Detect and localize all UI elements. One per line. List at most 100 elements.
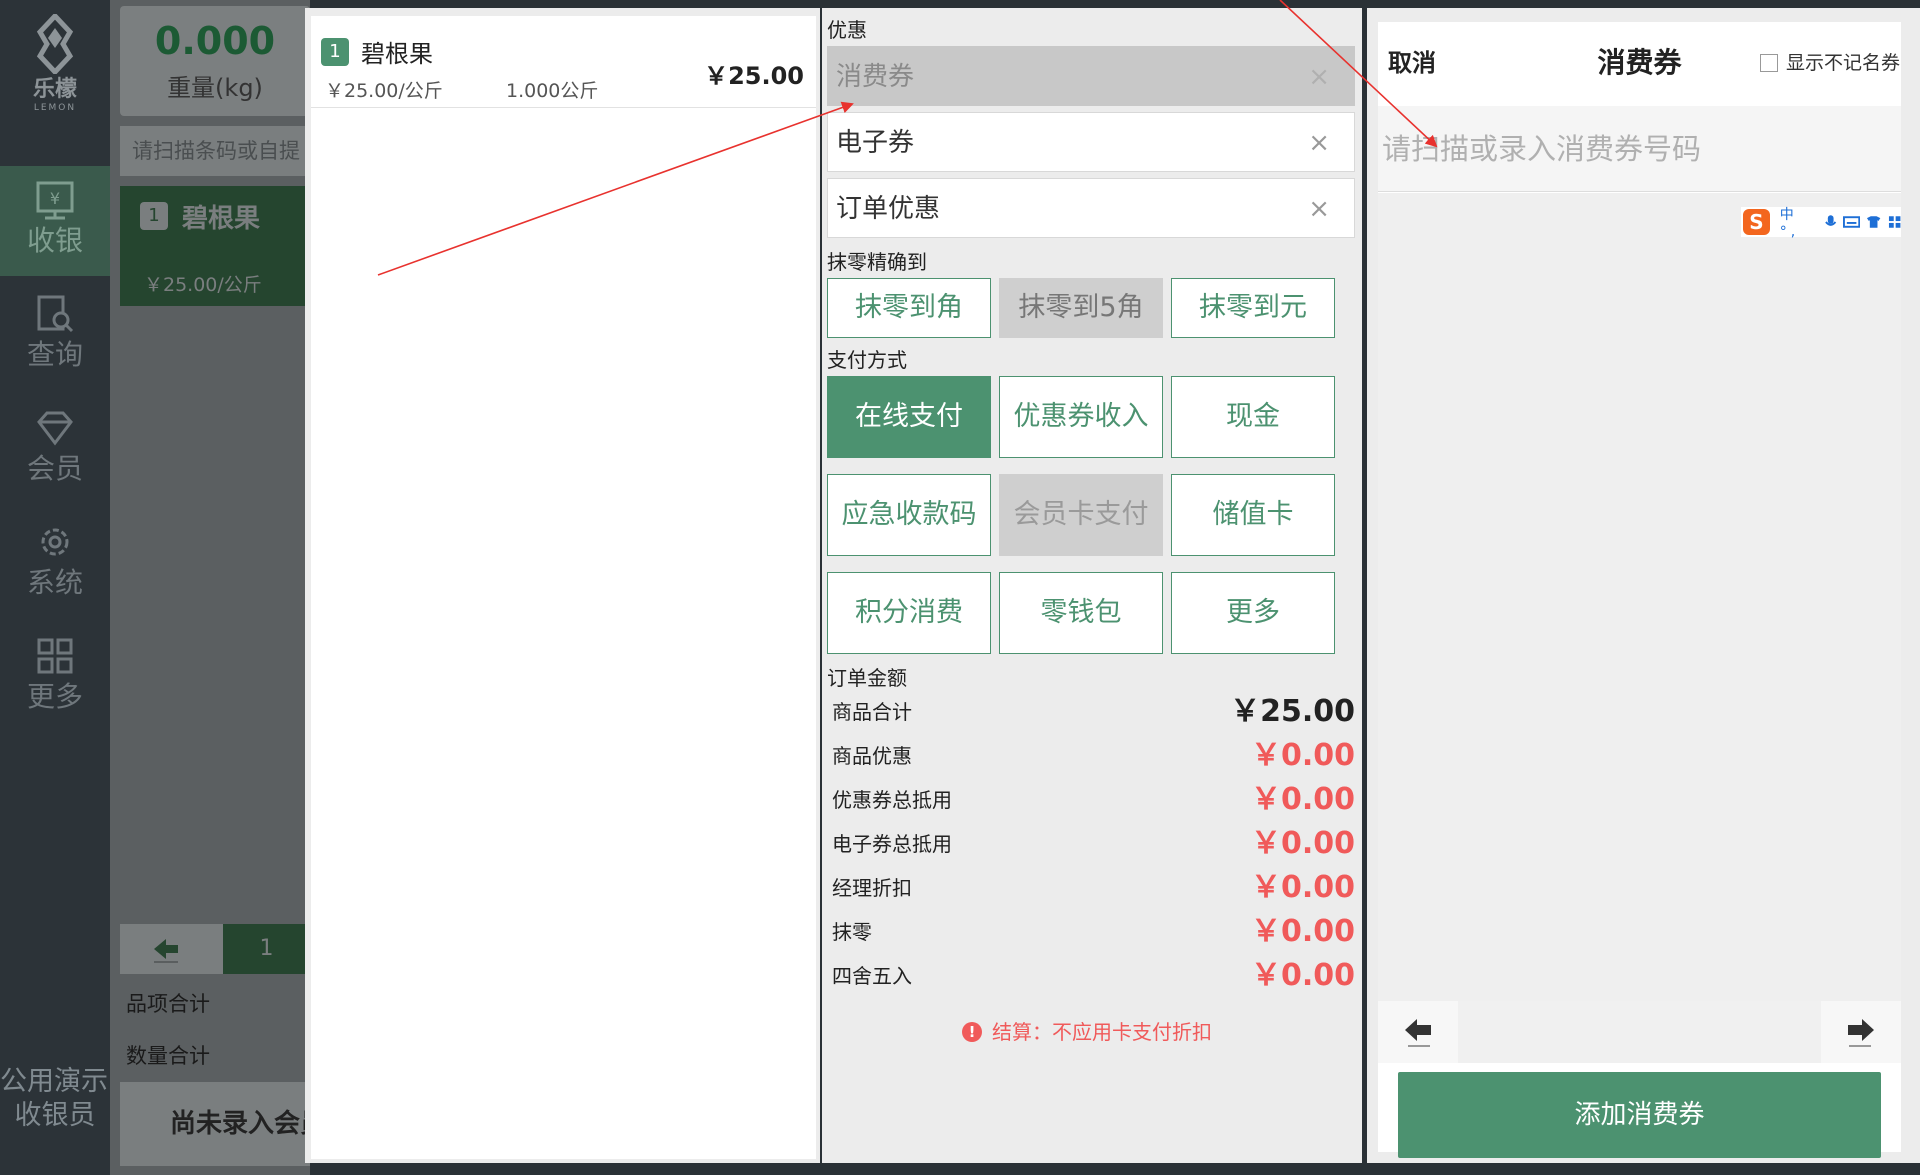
order-row-qty: 1.000公斤: [506, 80, 599, 102]
coupon-dialog-header: 取消 消费券 显示不记名券: [1378, 22, 1901, 104]
method-section-title: 支付方式: [827, 348, 907, 372]
summary-label: 电子券总抵用: [832, 832, 952, 856]
summary-row-rounding: 抹零 ￥0.00: [832, 910, 1355, 954]
pay-more-button[interactable]: 更多: [1171, 572, 1335, 654]
order-discount-field[interactable]: 订单优惠 ×: [827, 178, 1355, 238]
summary-label: 抹零: [832, 920, 872, 944]
ecoupon-clear-icon[interactable]: ×: [1308, 113, 1330, 173]
summary-row-ecoupon-total: 电子券总抵用 ￥0.00: [832, 822, 1355, 866]
gear-icon: [41, 528, 69, 556]
pay-coupon-income-button[interactable]: 优惠券收入: [999, 376, 1163, 458]
member-bar[interactable]: 尚未录入会员: [120, 1082, 310, 1166]
cart-item-name: 碧根果: [182, 204, 261, 234]
svg-text:¥: ¥: [50, 189, 60, 208]
pay-points-button[interactable]: 积分消费: [827, 572, 991, 654]
user-store: 公用演示2: [0, 1066, 110, 1097]
diamond-icon: [37, 411, 73, 446]
ime-toolbar[interactable]: S 中 °,: [1741, 207, 1901, 240]
coupon-list-area: S 中 °,: [1378, 193, 1901, 1001]
cart-prev-button[interactable]: [120, 924, 210, 974]
summary-row-goods-total: 商品合计 ￥25.00: [832, 690, 1355, 734]
summary-value: ￥0.00: [1250, 914, 1355, 949]
brand-name-en: LEMON: [33, 103, 77, 113]
nav-label-member: 会员: [26, 452, 83, 485]
skin-icon: [1867, 216, 1881, 228]
order-discount-label: 订单优惠: [836, 194, 941, 224]
cart-item-card[interactable]: 1 碧根果 ￥25.00/公斤: [120, 186, 310, 306]
nav-label-more: 更多: [26, 680, 83, 713]
coupon-field[interactable]: 消费券 ×: [827, 46, 1355, 106]
brand-logo: 乐檬 LEMON: [0, 14, 110, 114]
show-anonymous-label[interactable]: 显示不记名券: [1786, 22, 1900, 104]
weight-value: 0.000: [154, 19, 276, 63]
nav-label-system: 系统: [26, 566, 83, 599]
search-doc-icon: [37, 295, 74, 333]
warning-icon: !: [962, 1022, 982, 1042]
show-anonymous-checkbox[interactable]: [1760, 54, 1778, 72]
order-row-amount: ￥25.00: [704, 62, 804, 90]
toolbox-icon: [1888, 216, 1901, 228]
nav-item-cashier[interactable]: ¥ 收银: [0, 166, 110, 276]
nav-item-query[interactable]: 查询: [0, 280, 110, 390]
cart-pager: 1: [120, 924, 310, 974]
nav-item-member[interactable]: 会员: [0, 394, 110, 504]
settlement-notice: ! 结算：不应用卡支付折扣: [962, 1012, 1212, 1052]
summary-value: ￥0.00: [1250, 870, 1355, 905]
summary-value: ￥0.00: [1250, 782, 1355, 817]
coupon-list-pager: [1378, 1001, 1901, 1063]
cancel-button[interactable]: 取消: [1388, 22, 1436, 104]
ime-status-text: 中 °,: [1779, 207, 1800, 240]
round-jiao-button[interactable]: 抹零到角: [827, 278, 991, 338]
barcode-input[interactable]: 请扫描条码或自提: [120, 126, 310, 176]
cashier-icon: ¥: [36, 181, 74, 220]
items-total-label: 品项合计: [126, 992, 210, 1016]
coupon-clear-icon[interactable]: ×: [1308, 47, 1330, 107]
order-discount-clear-icon[interactable]: ×: [1308, 179, 1330, 239]
coupon-dialog-body: 取消 消费券 显示不记名券 请扫描或录入消费券号码 S 中 °, 添加消费券: [1378, 22, 1901, 1158]
pay-emergency-qr-button[interactable]: 应急收款码: [827, 474, 991, 556]
summary-value: ￥25.00: [1230, 694, 1355, 729]
summary-row-manager-discount: 经理折扣 ￥0.00: [832, 866, 1355, 910]
grid-icon: [37, 638, 73, 674]
summary-label: 经理折扣: [832, 876, 912, 900]
summary-label: 四舍五入: [832, 964, 912, 988]
keyboard-icon: [1843, 216, 1861, 228]
coupon-prev-button[interactable]: [1378, 1001, 1458, 1063]
sidebar: 乐檬 LEMON ¥ 收银 查询 会员 系统 更多 公用演示 收银员: [0, 0, 110, 1175]
ecoupon-field-label: 电子券: [836, 128, 915, 158]
pay-wallet-button[interactable]: 零钱包: [999, 572, 1163, 654]
pay-online-button[interactable]: 在线支付: [827, 376, 991, 458]
weight-label: 重量(kg): [167, 74, 263, 102]
sogou-ime-icon: S: [1743, 209, 1770, 235]
coupon-code-input[interactable]: 请扫描或录入消费券号码: [1378, 106, 1901, 192]
ecoupon-field[interactable]: 电子券 ×: [827, 112, 1355, 172]
pay-member-card-button[interactable]: 会员卡支付: [999, 474, 1163, 556]
settlement-notice-text: 结算：不应用卡支付折扣: [992, 1020, 1212, 1044]
rounding-section-title: 抹零精确到: [827, 250, 927, 274]
nav-label-query: 查询: [26, 338, 83, 371]
pay-stored-value-button[interactable]: 储值卡: [1171, 474, 1335, 556]
lemon-logo-icon: [36, 14, 74, 74]
order-row-unit-price: ￥25.00/公斤: [325, 80, 443, 102]
weight-display: 0.000 重量(kg): [120, 6, 310, 116]
round-yuan-button[interactable]: 抹零到元: [1171, 278, 1335, 338]
order-row[interactable]: 1 碧根果 ￥25.00/公斤 1.000公斤 ￥25.00: [311, 16, 816, 108]
order-row-name: 碧根果: [361, 40, 433, 68]
arrow-left-icon: [154, 939, 178, 963]
summary-row-round-half: 四舍五入 ￥0.00: [832, 954, 1355, 998]
payment-panel: 优惠 消费券 × 电子券 × 订单优惠 × 抹零精确到 抹零到角 抹零到5角 抹…: [822, 8, 1362, 1163]
add-coupon-button[interactable]: 添加消费券: [1398, 1072, 1881, 1158]
pay-cash-button[interactable]: 现金: [1171, 376, 1335, 458]
qty-total-label: 数量合计: [126, 1044, 210, 1068]
round-5jiao-button[interactable]: 抹零到5角: [999, 278, 1163, 338]
coupon-next-button[interactable]: [1821, 1001, 1901, 1063]
user-info: 公用演示2 收银员: [0, 1065, 110, 1133]
summary-value: ￥0.00: [1250, 738, 1355, 773]
user-role: 收银员: [14, 1100, 96, 1131]
cart-item-price: ￥25.00/公斤: [144, 274, 262, 296]
summary-section-title: 订单金额: [827, 666, 907, 690]
discount-section-title: 优惠: [827, 18, 867, 42]
nav-item-more[interactable]: 更多: [0, 622, 110, 732]
nav-item-system[interactable]: 系统: [0, 508, 110, 618]
summary-label: 优惠券总抵用: [832, 788, 952, 812]
